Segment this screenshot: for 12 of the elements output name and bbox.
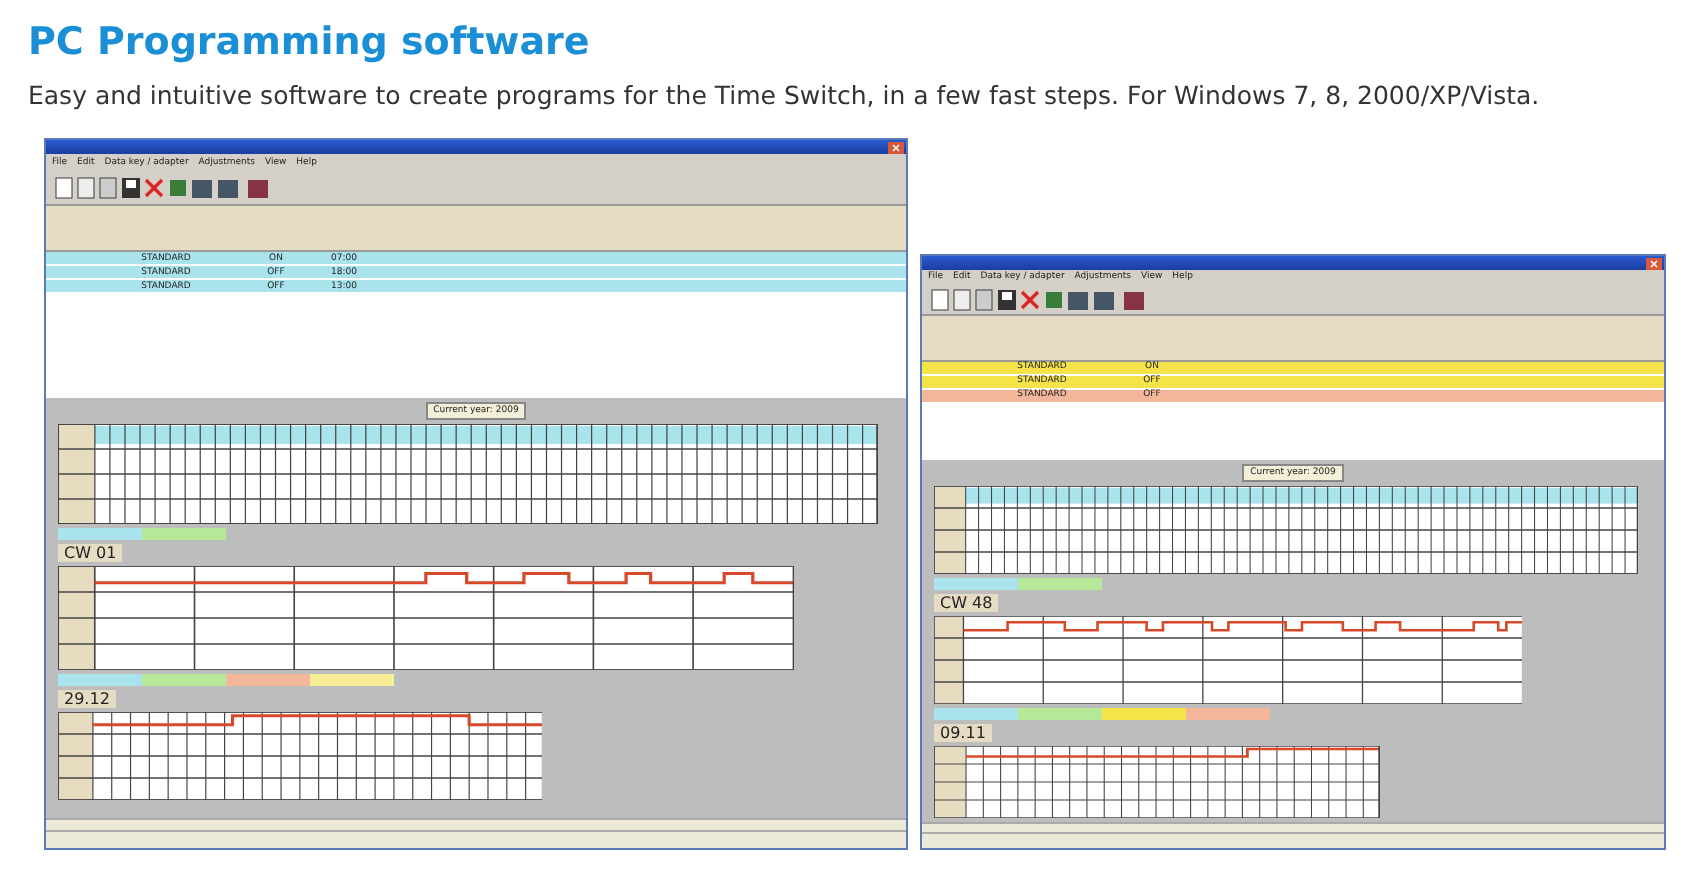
close-icon[interactable] [888,141,904,153]
toolbar-icons-drawing[interactable] [928,285,1148,314]
day-label: 09.11 [934,724,992,743]
week-label: CW 48 [934,594,999,613]
day-label: 29.12 [58,690,116,708]
page-heading: PC Programming software [28,18,592,64]
toolbar-icons-drawing[interactable] [52,174,272,202]
intro-text: Easy and intuitive software to create programs for the Time Switch, in a few fast steps. For Windows 7, 8, 2000/XP/Vista. [28,80,1542,110]
horizontal-scrollbar[interactable] [46,818,906,830]
week-label: CW 01 [58,544,123,562]
horizontal-scrollbar[interactable] [922,822,1664,833]
close-icon[interactable] [1646,257,1662,269]
